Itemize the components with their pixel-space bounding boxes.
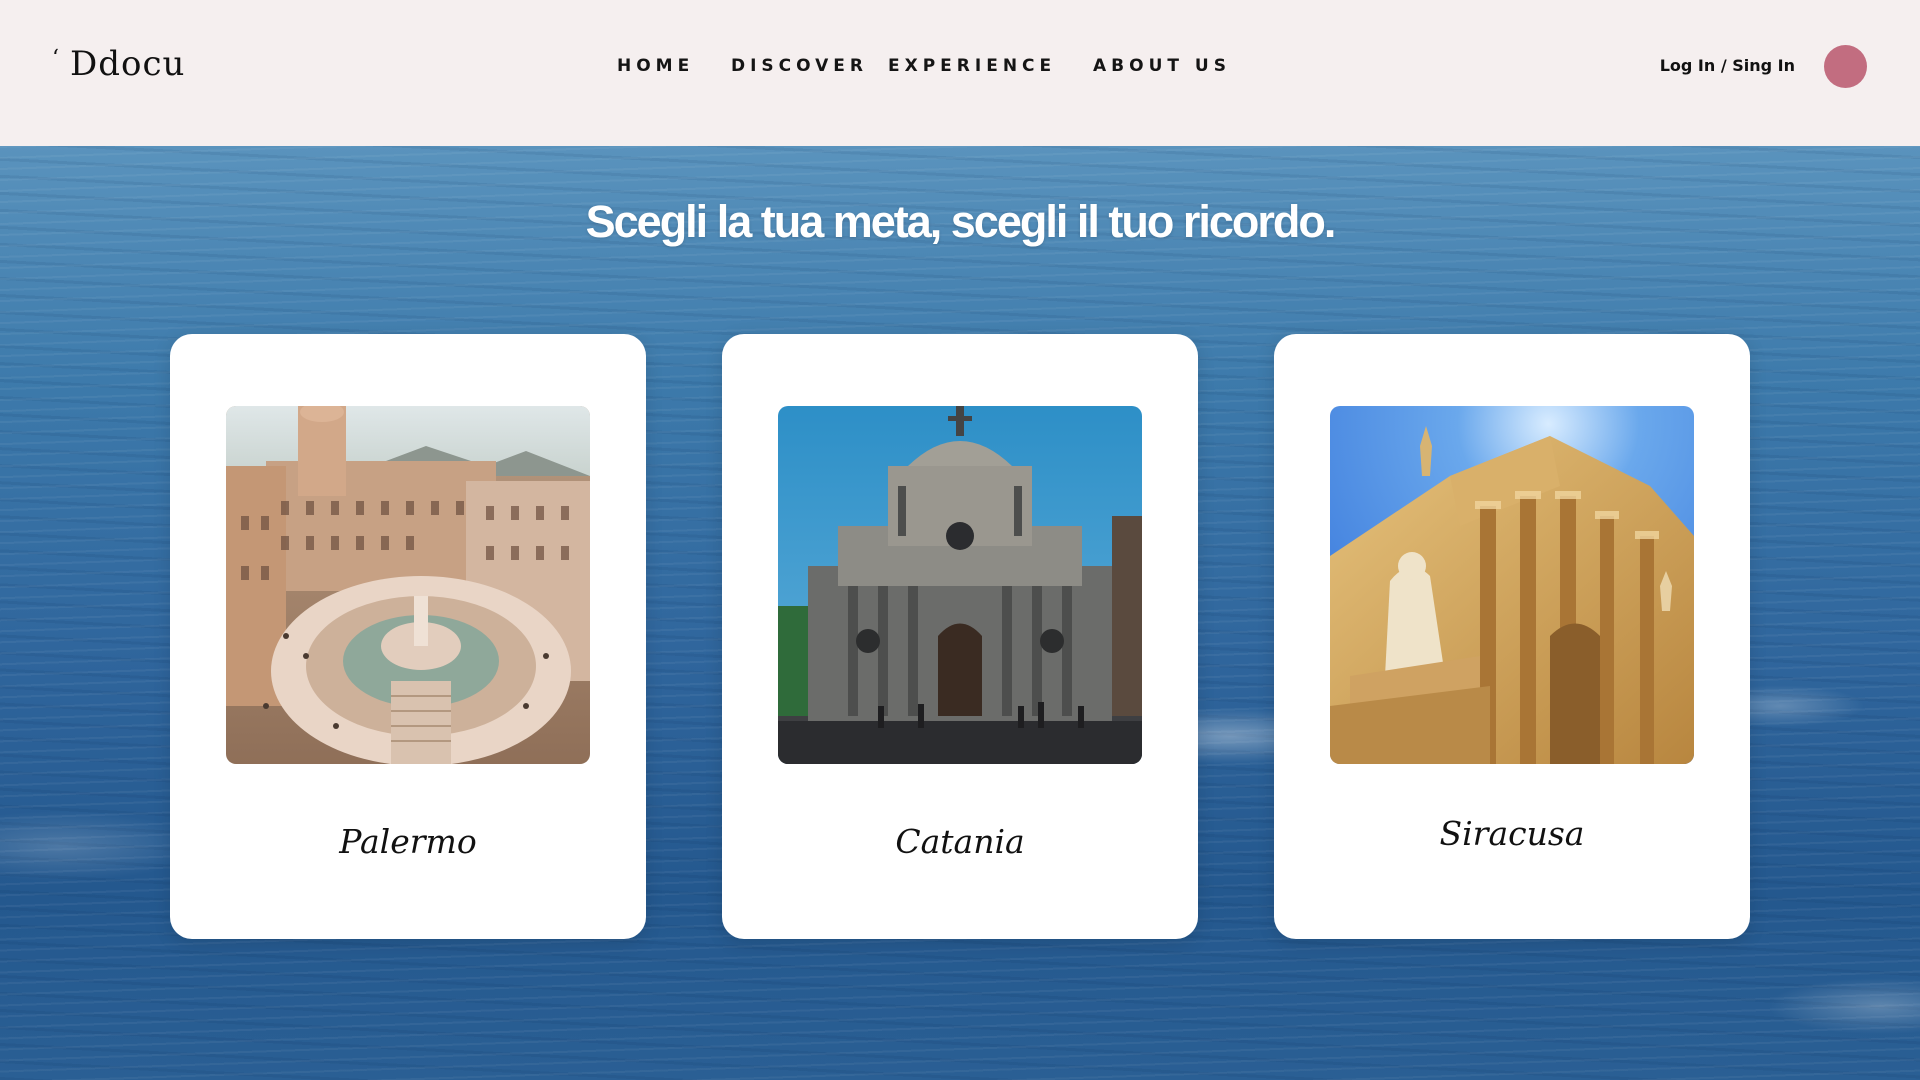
palermo-photo (226, 406, 590, 764)
site-header: ‘ Ddocu HOME DISCOVER EXPERIENCE ABOUT U… (0, 0, 1920, 146)
page-headline: Scegli la tua meta, scegli il tuo ricord… (585, 196, 1337, 247)
login-link[interactable]: Log In / Sing In (1660, 56, 1795, 75)
catania-photo (778, 406, 1142, 764)
avatar[interactable] (1824, 45, 1867, 88)
nav-experience[interactable]: EXPERIENCE (888, 56, 1056, 76)
nav-about-us[interactable]: ABOUT US (1093, 56, 1231, 76)
destination-card-catania[interactable]: Catania (722, 334, 1198, 939)
card-title: Siracusa (1439, 814, 1585, 853)
nav-discover[interactable]: DISCOVER (731, 56, 868, 76)
palermo-fountain-image (226, 406, 590, 764)
siracusa-cathedral-image (1330, 406, 1694, 764)
siracusa-photo (1330, 406, 1694, 764)
page: ‘ Ddocu HOME DISCOVER EXPERIENCE ABOUT U… (0, 0, 1920, 1080)
catania-cathedral-image (778, 406, 1142, 764)
destination-card-palermo[interactable]: Palermo (170, 334, 646, 939)
nav-home[interactable]: HOME (617, 56, 694, 76)
destination-card-siracusa[interactable]: Siracusa (1274, 334, 1750, 939)
main-nav: HOME DISCOVER EXPERIENCE ABOUT US (0, 56, 1920, 78)
card-title: Catania (895, 822, 1025, 861)
card-title: Palermo (339, 822, 477, 861)
